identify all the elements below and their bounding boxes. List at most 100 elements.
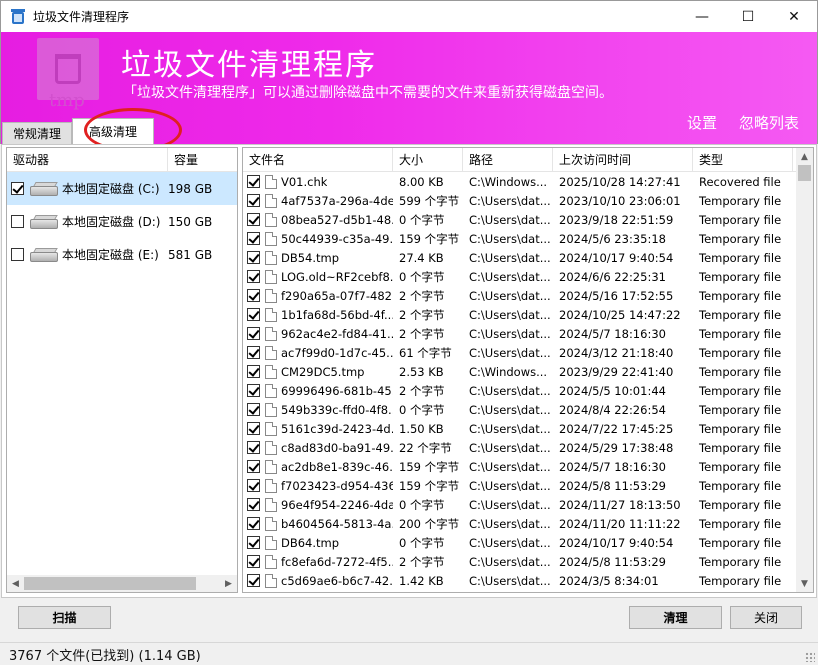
file-row[interactable]: 962ac4e2-fd84-41... 2 个字节 C:\Users\dat... 2… [243,324,813,343]
clean-button[interactable]: 清理 [629,606,722,629]
file-checkbox[interactable] [247,422,260,435]
file-row[interactable]: DB54.tmp 27.4 KB C:\Users\dat... 2024/10/17… [243,248,813,267]
file-path: C:\Users\dat... [469,269,551,284]
file-row[interactable]: 4af7537a-296a-4de... 599 个字节 C:\Users\dat.… [243,191,813,210]
file-size: 0 个字节 [399,535,445,550]
file-checkbox[interactable] [247,232,260,245]
status-text: 3767 个文件(已找到) (1.14 GB) [9,648,201,664]
file-checkbox[interactable] [247,384,260,397]
file-row[interactable]: DB64.tmp 0 个字节 C:\Users\dat... 2024/10/17 9… [243,533,813,552]
hard-drive-icon [30,247,58,262]
file-path: C:\Users\dat... [469,231,551,246]
file-row[interactable]: fc8efa6d-7272-4f5... 2 个字节 C:\Users\dat...… [243,552,813,571]
file-type: Temporary file [699,231,782,246]
file-checkbox[interactable] [247,365,260,378]
column-header-drive[interactable]: 驱动器 [7,148,168,172]
file-checkbox[interactable] [247,555,260,568]
files-vertical-scrollbar[interactable]: ▲ ▼ [796,148,813,592]
drive-checkbox[interactable] [11,248,24,261]
file-type: Recovered file [699,174,781,189]
file-checkbox[interactable] [247,517,260,530]
scroll-thumb[interactable] [798,165,811,181]
scroll-up-icon[interactable]: ▲ [796,148,813,165]
file-row[interactable]: 5161c39d-2423-4d... 1.50 KB C:\Users\dat..… [243,419,813,438]
column-header-capacity[interactable]: 容量 [168,148,237,172]
file-size: 2 个字节 [399,383,445,398]
file-row[interactable]: f290a65a-07f7-482... 2 个字节 C:\Users\dat...… [243,286,813,305]
file-row[interactable]: 69996496-681b-45... 2 个字节 C:\Users\dat... 2… [243,381,813,400]
file-checkbox[interactable] [247,460,260,473]
drives-horizontal-scrollbar[interactable]: ◀ ▶ [7,575,237,592]
file-checkbox[interactable] [247,289,260,302]
column-header-type[interactable]: 类型 [693,148,793,172]
files-list[interactable]: 文件名 大小 路径 上次访问时间 类型 V01.chk 8.00 KB C:\Win… [242,147,814,593]
column-header-path[interactable]: 路径 [463,148,553,172]
file-row[interactable]: CM29DC5.tmp 2.53 KB C:\Windows... 2023/9/29… [243,362,813,381]
file-checkbox[interactable] [247,403,260,416]
file-checkbox[interactable] [247,327,260,340]
file-row[interactable]: 549b339c-ffd0-4f8... 0 个字节 C:\Users\dat...… [243,400,813,419]
file-checkbox[interactable] [247,175,260,188]
file-row[interactable]: LOG.old~RF2cebf8... 0 个字节 C:\Users\dat... 2… [243,267,813,286]
file-checkbox[interactable] [247,479,260,492]
drive-row[interactable]: 本地固定磁盘 (C:) 198 GB [7,172,237,205]
file-checkbox[interactable] [247,574,260,587]
file-name: fc8efa6d-7272-4f5... [281,554,393,569]
file-checkbox[interactable] [247,346,260,359]
scroll-left-icon[interactable]: ◀ [7,575,24,592]
drive-checkbox[interactable] [11,215,24,228]
file-checkbox[interactable] [247,213,260,226]
file-row[interactable]: c5d69ae6-b6c7-42... 1.42 KB C:\Users\dat..… [243,571,813,590]
file-row[interactable]: b4604564-5813-4a... 200 个字节 C:\Users\dat..… [243,514,813,533]
minimize-button[interactable]: — [679,1,725,33]
scan-button[interactable]: 扫描 [18,606,111,629]
file-checkbox[interactable] [247,251,260,264]
file-path: C:\Users\dat... [469,459,551,474]
file-checkbox[interactable] [247,270,260,283]
file-row[interactable]: ac2db8e1-839c-46... 159 个字节 C:\Users\dat..… [243,457,813,476]
file-type: Temporary file [699,535,782,550]
drive-name: 本地固定磁盘 (E:) [62,248,159,262]
close-button[interactable]: 关闭 [730,606,802,629]
drive-row[interactable]: 本地固定磁盘 (E:) 581 GB [7,238,237,271]
file-path: C:\Users\dat... [469,193,551,208]
file-row[interactable]: 08bea527-d5b1-48... 0 个字节 C:\Users\dat... 2… [243,210,813,229]
close-window-button[interactable]: ✕ [771,1,817,33]
file-row[interactable]: 96e4f954-2246-4da... 0 个字节 C:\Users\dat...… [243,495,813,514]
file-path: C:\Users\dat... [469,345,551,360]
file-type: Temporary file [699,250,782,265]
tab-advanced-clean[interactable]: 高级清理 [72,118,155,144]
file-row[interactable]: f7023423-d954-436... 159 个字节 C:\Users\dat.… [243,476,813,495]
file-checkbox[interactable] [247,498,260,511]
file-checkbox[interactable] [247,194,260,207]
file-type: Temporary file [699,364,782,379]
column-header-accessed[interactable]: 上次访问时间 [553,148,693,172]
scroll-thumb[interactable] [24,577,196,590]
file-checkbox[interactable] [247,308,260,321]
drives-list[interactable]: 驱动器 容量 本地固定磁盘 (C:) 198 GB 本地固定磁盘 (D:) 150 G… [6,147,238,593]
maximize-button[interactable]: ☐ [725,1,771,33]
resize-grip-icon[interactable] [805,652,815,662]
tab-basic-clean[interactable]: 常规清理 [2,122,73,144]
file-accessed: 2023/9/18 22:51:59 [559,212,674,227]
column-header-size[interactable]: 大小 [393,148,463,172]
file-checkbox[interactable] [247,536,260,549]
drive-row[interactable]: 本地固定磁盘 (D:) 150 GB [7,205,237,238]
file-row[interactable]: V01.chk 8.00 KB C:\Windows... 2025/10/28 14… [243,172,813,191]
file-size: 0 个字节 [399,269,445,284]
file-row[interactable]: 1b1fa68d-56bd-4f... 2 个字节 C:\Users\dat... 2… [243,305,813,324]
file-type: Temporary file [699,478,782,493]
file-row[interactable]: 50c44939-c35a-49... 159 个字节 C:\Users\dat..… [243,229,813,248]
file-size: 61 个字节 [399,345,452,360]
file-path: C:\Windows... [469,174,548,189]
column-header-filename[interactable]: 文件名 [243,148,393,172]
scroll-right-icon[interactable]: ▶ [220,575,237,592]
settings-link[interactable]: 设置 [687,112,717,133]
file-row[interactable]: ac7f99d0-1d7c-45... 61 个字节 C:\Users\dat...… [243,343,813,362]
file-row[interactable]: c8ad83d0-ba91-49... 22 个字节 C:\Users\dat...… [243,438,813,457]
ignore-list-link[interactable]: 忽略列表 [739,112,799,133]
scroll-down-icon[interactable]: ▼ [796,575,813,592]
file-type: Temporary file [699,383,782,398]
drive-checkbox[interactable] [11,182,24,195]
file-checkbox[interactable] [247,441,260,454]
